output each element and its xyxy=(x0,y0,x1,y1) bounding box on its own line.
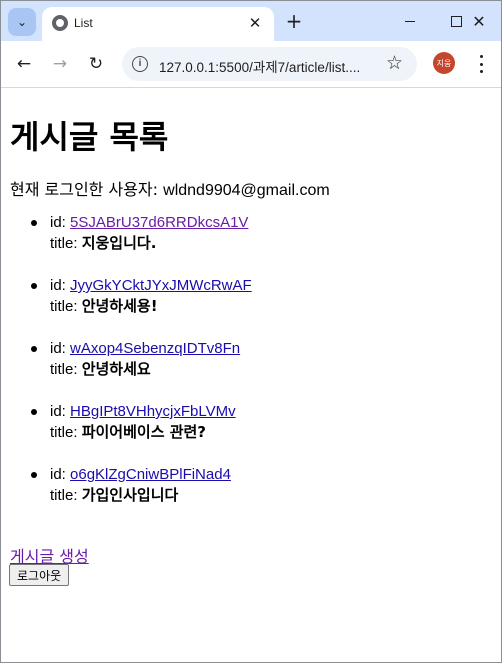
menu-icon[interactable] xyxy=(471,53,491,75)
minimize-button[interactable] xyxy=(387,7,433,35)
tab-list[interactable]: List ✕ xyxy=(42,7,274,41)
id-label: id: xyxy=(50,214,71,231)
profile-avatar[interactable]: 지웅 xyxy=(433,52,455,74)
page-content: 게시글 목록 현재 로그인한 사용자: wldnd9904@gmail.com … xyxy=(1,88,501,662)
title-label: title: xyxy=(50,298,82,315)
tab-search-button[interactable]: ⌄ xyxy=(8,8,36,36)
article-list: id: 5SJABrU37d6RRDkcsA1V title: 지웅입니다. i… xyxy=(10,212,252,527)
current-user-email: wldnd9904@gmail.com xyxy=(163,182,330,199)
globe-icon xyxy=(52,15,68,31)
title-label: title: xyxy=(50,235,82,252)
reload-button[interactable]: ↻ xyxy=(83,51,109,77)
forward-button[interactable]: → xyxy=(47,51,73,77)
list-item: id: JyyGkYCktJYxJMWcRwAF title: 안녕하세용! xyxy=(31,275,252,338)
browser-toolbar: ← → ↻ i 127.0.0.1:5500/과제7/article/list.… xyxy=(1,41,501,88)
current-user-label: 현재 로그인한 사용자: xyxy=(10,180,164,199)
logout-button[interactable]: 로그아웃 xyxy=(9,564,70,586)
back-button[interactable]: ← xyxy=(11,51,37,77)
list-item: id: 5SJABrU37d6RRDkcsA1V title: 지웅입니다. xyxy=(31,212,252,275)
article-link[interactable]: o6gKlZgCniwBPlFiNad4 xyxy=(70,466,231,483)
article-link[interactable]: JyyGkYCktJYxJMWcRwAF xyxy=(70,277,252,294)
close-window-button[interactable]: ✕ xyxy=(456,7,502,35)
article-link[interactable]: HBgIPt8VHhycjxFbLVMv xyxy=(70,403,236,420)
article-title: 가입인사입니다 xyxy=(81,486,179,504)
current-user: 현재 로그인한 사용자: wldnd9904@gmail.com xyxy=(10,176,330,200)
title-label: title: xyxy=(50,424,82,441)
new-tab-button[interactable]: + xyxy=(282,9,306,33)
article-link[interactable]: 5SJABrU37d6RRDkcsA1V xyxy=(70,214,248,231)
browser-window: ⌄ List ✕ + ✕ ← → ↻ i 127.0.0.1:5500/과제7/… xyxy=(0,0,502,663)
address-bar[interactable]: i 127.0.0.1:5500/과제7/article/list.... ☆ xyxy=(122,47,417,81)
close-tab-icon[interactable]: ✕ xyxy=(244,12,266,34)
title-label: title: xyxy=(50,487,82,504)
title-label: title: xyxy=(50,361,82,378)
article-link[interactable]: wAxop4SebenzqIDTv8Fn xyxy=(70,340,240,357)
bookmark-star-icon[interactable]: ☆ xyxy=(386,52,403,74)
list-item: id: HBgIPt8VHhycjxFbLVMv title: 파이어베이스 관… xyxy=(31,401,252,464)
article-title: 안녕하세용! xyxy=(81,297,158,315)
page-title: 게시글 목록 xyxy=(10,118,169,156)
site-info-icon[interactable]: i xyxy=(132,56,148,72)
article-title: 파이어베이스 관련? xyxy=(81,423,207,441)
list-item: id: wAxop4SebenzqIDTv8Fn title: 안녕하세요 xyxy=(31,338,252,401)
article-title: 안녕하세요 xyxy=(81,360,151,378)
list-item: id: o6gKlZgCniwBPlFiNad4 title: 가입인사입니다 xyxy=(31,464,252,527)
tab-strip: ⌄ List ✕ + ✕ xyxy=(1,1,501,41)
tab-title: List xyxy=(74,16,93,30)
article-title: 지웅입니다. xyxy=(81,234,157,252)
id-label: id: xyxy=(50,277,71,294)
id-label: id: xyxy=(50,340,71,357)
url-text[interactable]: 127.0.0.1:5500/과제7/article/list.... xyxy=(159,56,360,76)
id-label: id: xyxy=(50,466,71,483)
id-label: id: xyxy=(50,403,71,420)
chevron-down-icon: ⌄ xyxy=(16,15,28,29)
